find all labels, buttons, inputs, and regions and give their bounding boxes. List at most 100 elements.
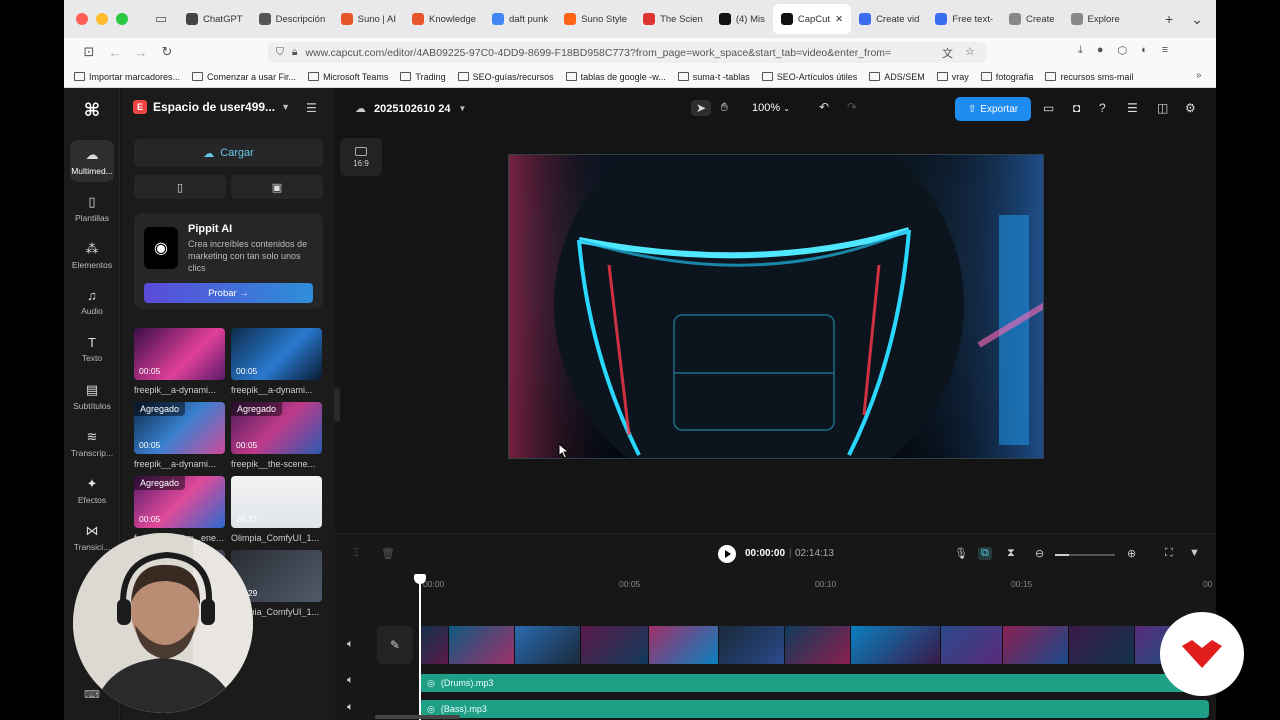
video-track[interactable]: [419, 626, 1209, 664]
browser-tab[interactable]: Create: [1001, 4, 1063, 34]
bookmark-item[interactable]: Comenzar a usar Fir...: [192, 72, 296, 82]
export-button[interactable]: ⇧ Exportar: [955, 97, 1031, 121]
video-clip[interactable]: [649, 626, 719, 664]
video-clip[interactable]: [449, 626, 515, 664]
media-thumbnail[interactable]: Agregado 00:05: [134, 402, 225, 454]
video-clip[interactable]: [581, 626, 649, 664]
back-icon[interactable]: ←: [102, 45, 128, 60]
panel-menu-icon[interactable]: ☰: [306, 101, 317, 115]
timeline-scrollbar[interactable]: [375, 715, 460, 719]
bookmark-star-icon[interactable]: ☆: [965, 45, 975, 61]
record-icon[interactable]: ◘: [1073, 101, 1080, 115]
video-clip[interactable]: [419, 626, 449, 664]
select-tool-icon[interactable]: ➤: [691, 100, 712, 116]
split-screen-icon[interactable]: ⧗: [1007, 547, 1015, 560]
bookmark-item[interactable]: SEO-guías/recursos: [457, 72, 554, 82]
video-clip[interactable]: [515, 626, 581, 664]
media-thumbnail[interactable]: Agregado 00:05: [134, 476, 225, 528]
close-tab-icon[interactable]: ✕: [835, 14, 843, 25]
extensions-icon[interactable]: ⬡: [1118, 44, 1128, 57]
minimize-window-button[interactable]: [96, 13, 108, 25]
fullscreen-icon[interactable]: ⛶: [1165, 547, 1173, 560]
profile-icon[interactable]: ●: [1097, 44, 1104, 57]
browser-tab[interactable]: ChatGPT: [178, 4, 251, 34]
media-thumbnail[interactable]: Agregado 00:05: [231, 402, 322, 454]
bookmark-item[interactable]: suma-t -tablas: [677, 72, 750, 82]
sidebar-toggle-icon[interactable]: ⊡: [76, 44, 102, 60]
video-clip[interactable]: [851, 626, 941, 664]
hand-tool-icon[interactable]: ✋︎: [721, 100, 728, 115]
undo-icon[interactable]: ↶: [819, 100, 829, 114]
media-thumbnail[interactable]: 00:05: [231, 328, 322, 380]
media-thumbnail[interactable]: 25:27: [231, 476, 322, 528]
address-bar[interactable]: ⛉ 🔒︎ www.capcut.com/editor/4AB09225-97C0…: [268, 42, 986, 63]
screen-upload-button[interactable]: ▣: [231, 175, 323, 199]
keyboard-icon[interactable]: ⌨: [84, 688, 100, 701]
close-window-button[interactable]: [76, 13, 88, 25]
audio-clip-bass[interactable]: ◎ (Bass).mp3: [419, 700, 1209, 718]
bookmark-item[interactable]: recursos sms-mail: [1045, 72, 1133, 82]
video-preview[interactable]: [508, 154, 1044, 459]
video-clip[interactable]: [1003, 626, 1069, 664]
browser-tab[interactable]: Free text-: [927, 4, 1001, 34]
zoom-out-icon[interactable]: ⊖: [1035, 547, 1044, 560]
browser-tab[interactable]: Suno Style: [556, 4, 635, 34]
rail-item[interactable]: ☁ Multimed...: [70, 140, 114, 182]
video-track-volume-icon[interactable]: 🔈︎: [347, 638, 354, 651]
browser-tab[interactable]: daft punk: [484, 4, 556, 34]
bookmark-item[interactable]: fotografia: [980, 72, 1033, 82]
more-bookmarks-icon[interactable]: »: [1196, 70, 1202, 81]
reload-icon[interactable]: ↻: [154, 44, 180, 60]
present-icon[interactable]: ▭: [1043, 101, 1054, 115]
bookmark-item[interactable]: ADS/SEM: [869, 72, 925, 82]
browser-tab[interactable]: Knowledge: [404, 4, 484, 34]
audio-track-volume-icon[interactable]: 🔈︎: [347, 674, 354, 687]
microphone-icon[interactable]: 🎙︎: [954, 547, 968, 560]
media-thumbnail[interactable]: 00:05: [134, 328, 225, 380]
zoom-in-icon[interactable]: ⊕: [1127, 547, 1136, 560]
bookmark-item[interactable]: Microsoft Teams: [308, 72, 388, 82]
edit-cover-button[interactable]: ✎: [377, 626, 413, 664]
video-clip[interactable]: [941, 626, 1003, 664]
browser-tab[interactable]: (4) Mis: [711, 4, 773, 34]
browser-tab[interactable]: Explore: [1063, 4, 1128, 34]
rail-item[interactable]: ≋ Transcrip...: [70, 422, 114, 464]
rail-item[interactable]: T Texto: [70, 328, 114, 370]
rail-item[interactable]: ♫ Audio: [70, 281, 114, 323]
delete-icon[interactable]: 🗑︎: [381, 547, 395, 560]
help-icon[interactable]: ?: [1099, 101, 1106, 115]
play-button[interactable]: [718, 545, 736, 563]
bookmark-item[interactable]: Trading: [400, 72, 446, 82]
layout-icon[interactable]: ◫: [1157, 101, 1168, 115]
download-icon[interactable]: ⤓: [1078, 44, 1083, 57]
rail-item[interactable]: ✦ Efectos: [70, 469, 114, 511]
auto-snap-icon[interactable]: ⧉: [978, 547, 992, 560]
browser-tab[interactable]: The Scien: [635, 4, 711, 34]
project-name[interactable]: ☁ 2025102610 24 ▼: [355, 102, 466, 116]
menu-icon[interactable]: ≡: [1162, 44, 1168, 57]
forward-icon[interactable]: →: [128, 45, 154, 60]
video-clip[interactable]: [785, 626, 851, 664]
extension-icon[interactable]: ◐: [1141, 44, 1148, 57]
rail-item[interactable]: ⁂ Elementos: [70, 234, 114, 276]
try-button[interactable]: Probar →: [144, 283, 313, 303]
time-ruler[interactable]: 00:00 00:05 00:10 00:15 00: [335, 574, 1216, 594]
browser-tab[interactable]: Create vid: [851, 4, 927, 34]
zoom-slider[interactable]: [1055, 554, 1115, 556]
browser-tab[interactable]: CapCut ✕: [772, 4, 852, 34]
aspect-ratio-button[interactable]: 16:9: [340, 138, 382, 176]
browser-tab[interactable]: Suno | AI: [333, 4, 404, 34]
workspace-switcher[interactable]: E Espacio de user499... ▼: [133, 100, 290, 114]
video-clip[interactable]: [719, 626, 785, 664]
settings-icon[interactable]: ⚙: [1185, 101, 1196, 115]
zoom-dropdown[interactable]: 100% ⌄: [752, 102, 790, 114]
bookmark-item[interactable]: vray: [936, 72, 969, 82]
audio-track-volume-icon[interactable]: 🔈︎: [347, 701, 354, 714]
video-clip[interactable]: [1069, 626, 1135, 664]
layers-icon[interactable]: ☰: [1127, 101, 1138, 115]
rail-item[interactable]: ▤ Subtítulos: [70, 375, 114, 417]
bookmark-item[interactable]: SEO-Artículos útiles: [761, 72, 857, 82]
translate-icon[interactable]: 文: [942, 45, 953, 61]
bookmark-item[interactable]: tablas de google -w...: [565, 72, 666, 82]
tab-overview-icon[interactable]: ▭: [144, 11, 178, 27]
